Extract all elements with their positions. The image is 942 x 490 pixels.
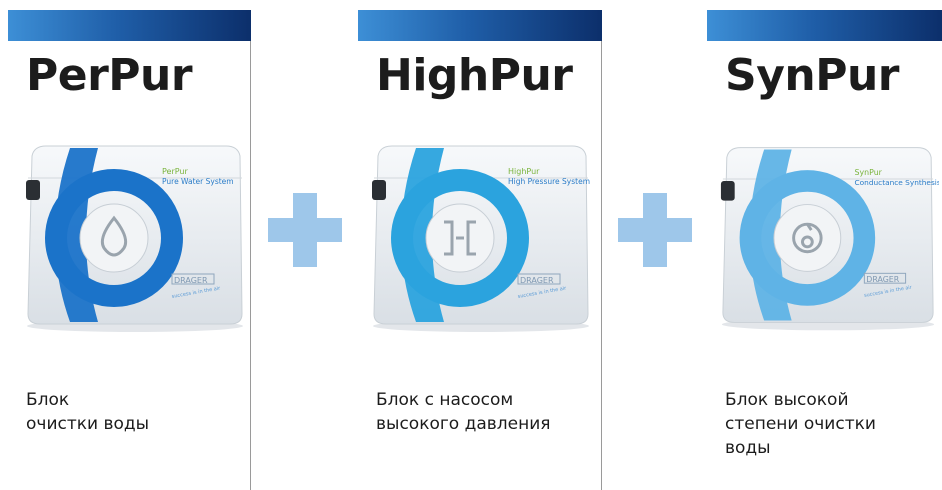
- product-card-synpur: SynPur SynPur Conductance Synthesis DRAG…: [707, 10, 942, 490]
- product-image: SynPur Conductance Synthesis DRAGER succ…: [720, 147, 939, 331]
- product-description: Блок высокой степени очистки воды: [725, 388, 876, 460]
- product-image: PerPur Pure Water System DRAGER success …: [26, 145, 243, 332]
- product-title: HighPur: [376, 50, 573, 101]
- svg-text:DRAGER: DRAGER: [174, 276, 208, 285]
- description-line: Блок с насосом: [376, 390, 514, 410]
- svg-text:DRAGER: DRAGER: [866, 275, 899, 284]
- divider-line: [250, 41, 251, 490]
- product-description: Блок очистки воды: [26, 388, 149, 436]
- product-description: Блок с насосом высокого давления: [376, 388, 551, 436]
- box-title: PerPur: [162, 167, 189, 176]
- product-image: HighPur High Pressure System DRAGER succ…: [372, 145, 590, 332]
- divider-line: [601, 41, 602, 490]
- header-bar: [8, 10, 251, 41]
- plus-icon: [268, 193, 342, 267]
- product-card-perpur: PerPur PerPur Pure Water System DRAGER s…: [8, 10, 251, 490]
- box-subtitle: Pure Water System: [162, 177, 234, 186]
- product-card-highpur: HighPur HighPur High Pressure System DRA…: [358, 10, 602, 490]
- header-bar: [707, 10, 942, 41]
- description-line: высокого давления: [376, 414, 551, 434]
- product-title: SynPur: [725, 50, 899, 101]
- box-title: HighPur: [508, 167, 540, 176]
- box-title: SynPur: [855, 168, 883, 177]
- box-subtitle: High Pressure System: [508, 177, 590, 186]
- description-line: степени очистки: [725, 414, 876, 434]
- product-title: PerPur: [26, 50, 193, 101]
- header-bar: [358, 10, 602, 41]
- description-line: очистки воды: [26, 414, 150, 434]
- description-line: Блок высокой: [725, 390, 849, 410]
- description-line: Блок: [26, 390, 70, 410]
- svg-text:DRAGER: DRAGER: [520, 276, 554, 285]
- plus-icon: [618, 193, 692, 267]
- box-subtitle: Conductance Synthesis: [855, 178, 939, 187]
- description-line: воды: [725, 438, 771, 458]
